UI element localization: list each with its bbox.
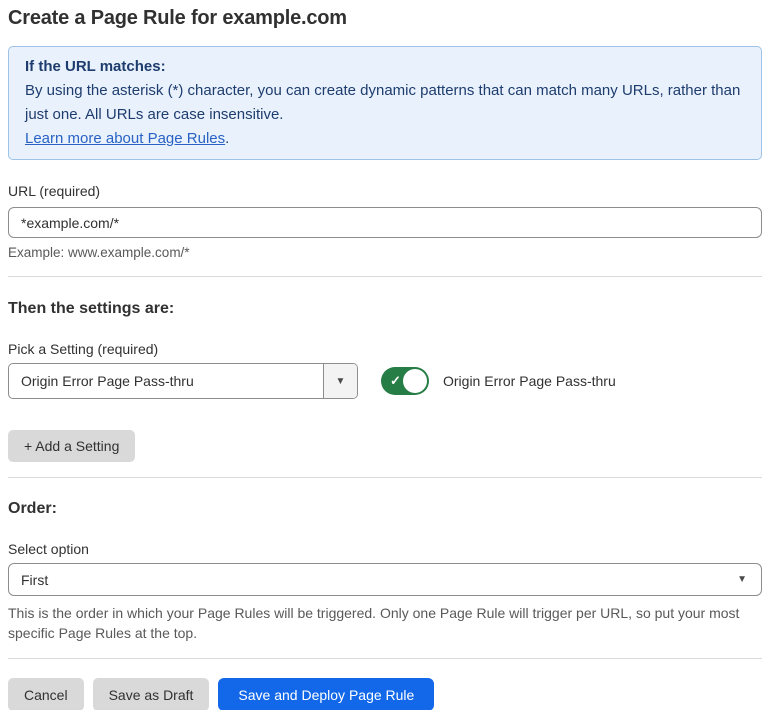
chevron-down-icon: ▼ xyxy=(737,574,747,585)
link-period: . xyxy=(225,130,230,147)
pick-setting-label: Pick a Setting (required) xyxy=(8,341,159,357)
footer-actions: Cancel Save as Draft Save and Deploy Pag… xyxy=(8,678,762,710)
info-box-heading: If the URL matches: xyxy=(25,58,166,75)
add-setting-button[interactable]: + Add a Setting xyxy=(8,430,136,462)
divider xyxy=(8,276,762,277)
create-page-rule-form: Create a Page Rule for example.com If th… xyxy=(0,0,770,710)
url-match-info-box: If the URL matches: By using the asteris… xyxy=(8,46,762,160)
info-box-body: By using the asterisk (*) character, you… xyxy=(25,82,741,123)
url-input[interactable] xyxy=(8,207,762,238)
origin-error-toggle-group: ✓ Origin Error Page Pass-thru xyxy=(381,367,616,395)
order-select[interactable]: First ▼ xyxy=(8,563,762,596)
order-helper-text: This is the order in which your Page Rul… xyxy=(8,605,740,641)
url-example-helper: Example: www.example.com/* xyxy=(8,245,190,260)
order-select-value: First xyxy=(21,571,49,588)
save-as-draft-button[interactable]: Save as Draft xyxy=(92,678,210,710)
divider xyxy=(8,477,762,478)
save-and-deploy-button[interactable]: Save and Deploy Page Rule xyxy=(218,678,435,710)
cancel-button[interactable]: Cancel xyxy=(8,678,84,710)
url-field-label: URL (required) xyxy=(8,183,101,199)
chevron-down-icon: ▼ xyxy=(335,375,346,387)
info-box-link-line: Learn more about Page Rules. xyxy=(25,127,745,151)
toggle-knob xyxy=(403,369,427,393)
order-select-label: Select option xyxy=(8,541,89,557)
divider xyxy=(8,658,762,659)
page-title: Create a Page Rule for example.com xyxy=(8,7,347,29)
origin-error-toggle[interactable]: ✓ xyxy=(381,367,429,395)
check-icon: ✓ xyxy=(390,373,401,389)
setting-select[interactable]: Origin Error Page Pass-thru ▼ xyxy=(8,363,358,399)
setting-select-value: Origin Error Page Pass-thru xyxy=(21,373,194,389)
toggle-label: Origin Error Page Pass-thru xyxy=(443,373,616,389)
setting-select-arrow-segment[interactable]: ▼ xyxy=(323,364,357,398)
setting-row: Origin Error Page Pass-thru ▼ ✓ Origin E… xyxy=(8,363,762,399)
learn-more-link[interactable]: Learn more about Page Rules xyxy=(25,130,225,147)
settings-section-heading: Then the settings are: xyxy=(8,300,175,317)
order-section-heading: Order: xyxy=(8,500,57,517)
